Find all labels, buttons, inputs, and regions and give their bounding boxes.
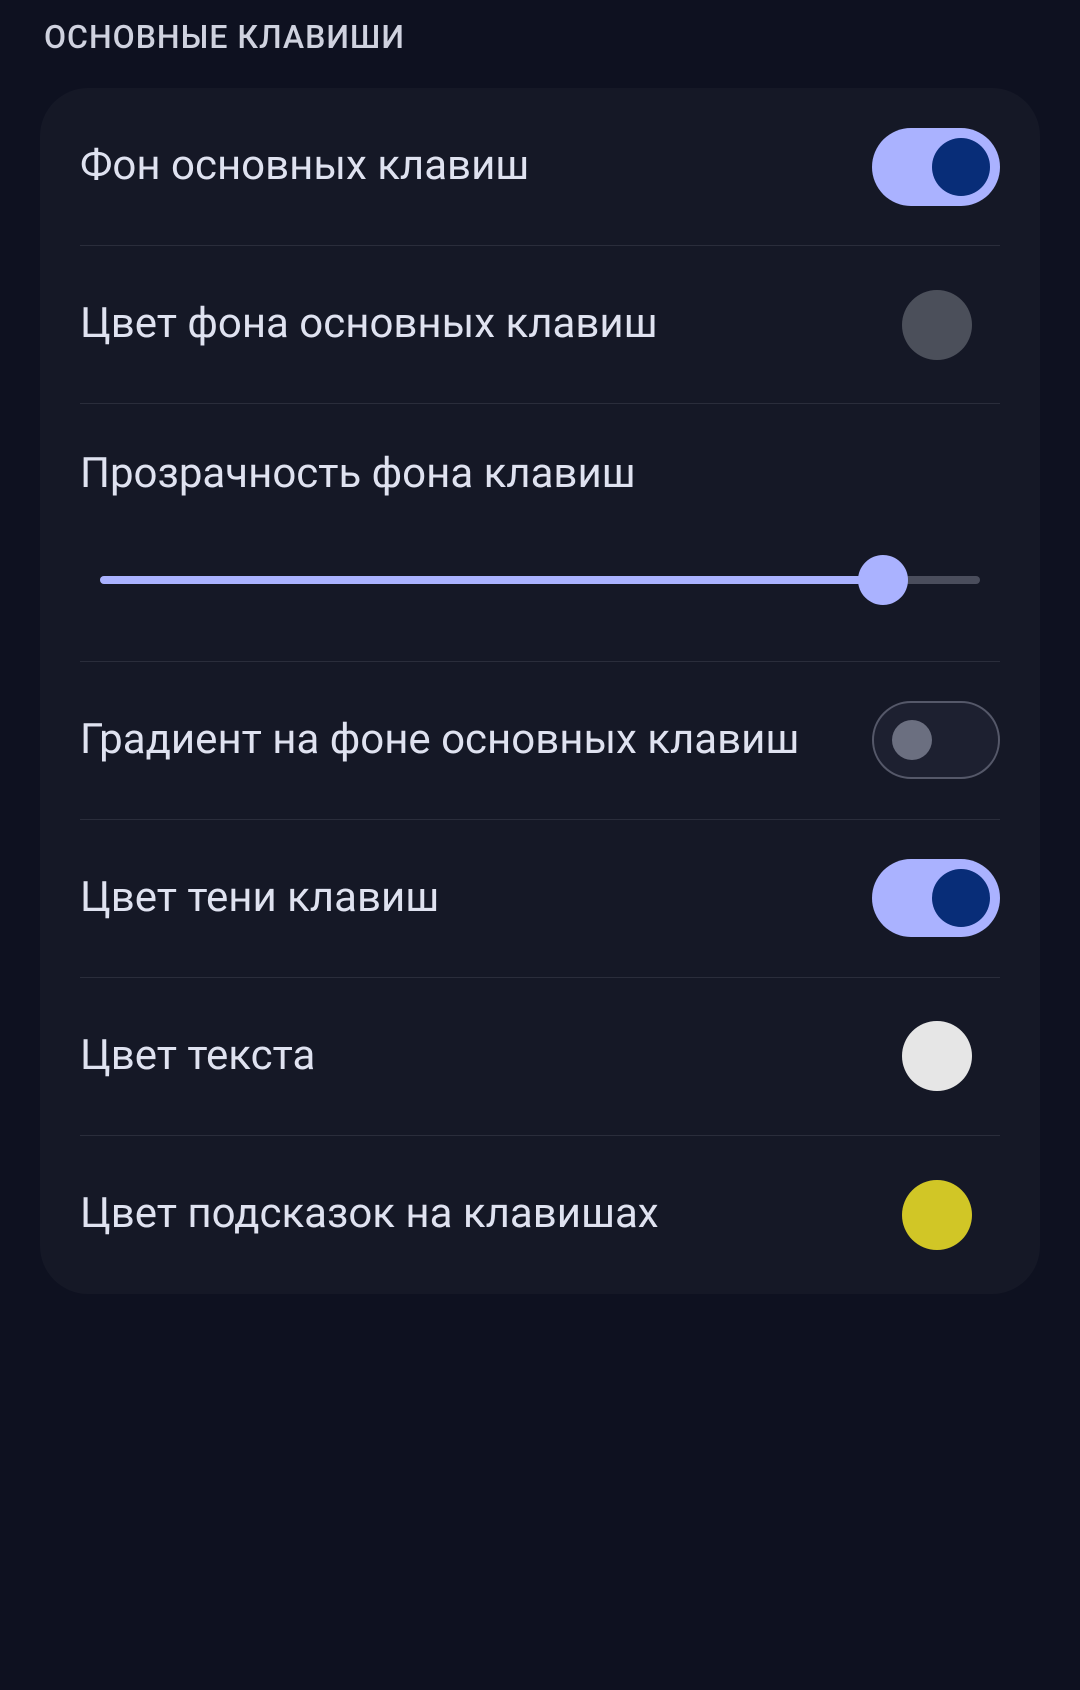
toggle-thumb [932,138,990,196]
slider-thumb[interactable] [858,555,908,605]
opacity-slider[interactable] [100,555,980,605]
row-label: Градиент на фоне основных клавиш [80,714,872,767]
row-key-background-color[interactable]: Цвет фона основных клавиш [80,246,1000,404]
toggle-thumb [892,720,932,760]
row-label: Фон основных клавиш [80,140,872,193]
toggle-key-gradient[interactable] [872,701,1000,779]
row-text-color[interactable]: Цвет текста [80,978,1000,1136]
row-label: Цвет текста [80,1030,902,1083]
color-swatch-hint[interactable] [902,1180,972,1250]
row-key-background[interactable]: Фон основных клавиш [80,88,1000,246]
color-swatch-key-background[interactable] [902,290,972,360]
row-label: Цвет подсказок на клавишах [80,1188,902,1241]
toggle-thumb [932,869,990,927]
section-header: ОСНОВНЫЕ КЛАВИШИ [40,0,1040,88]
row-label: Прозрачность фона клавиш [80,448,1000,501]
toggle-key-background[interactable] [872,128,1000,206]
color-swatch-text[interactable] [902,1021,972,1091]
slider-fill [100,576,883,584]
row-label: Цвет фона основных клавиш [80,298,902,351]
row-key-background-opacity: Прозрачность фона клавиш [80,404,1000,662]
row-hint-color[interactable]: Цвет подсказок на клавишах [80,1136,1000,1294]
toggle-key-shadow[interactable] [872,859,1000,937]
row-key-gradient[interactable]: Градиент на фоне основных клавиш [80,662,1000,820]
settings-card: Фон основных клавиш Цвет фона основных к… [40,88,1040,1294]
row-label: Цвет тени клавиш [80,872,872,925]
row-key-shadow-color[interactable]: Цвет тени клавиш [80,820,1000,978]
